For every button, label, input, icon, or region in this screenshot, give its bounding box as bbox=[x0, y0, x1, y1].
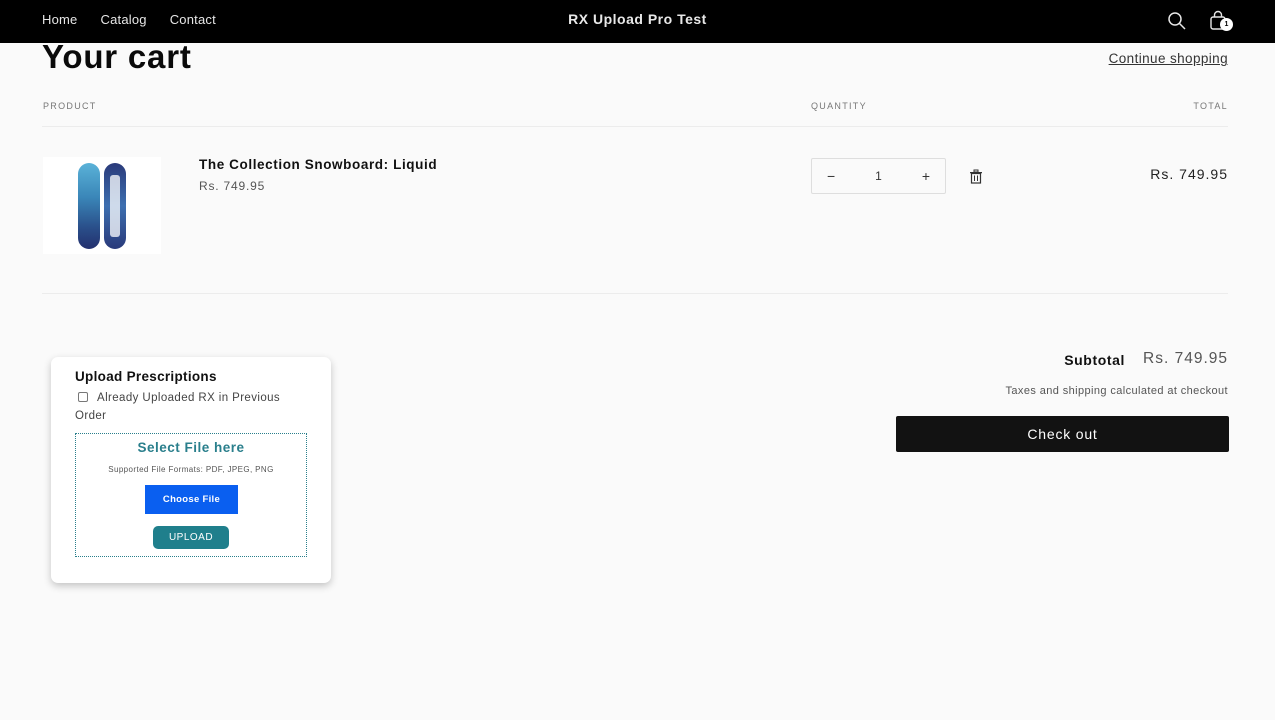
top-navigation-bar: Home Catalog Contact RX Upload Pro Test … bbox=[0, 0, 1275, 43]
file-drop-zone[interactable]: Select File here Supported File Formats:… bbox=[75, 433, 307, 557]
already-uploaded-label: Already Uploaded RX in Previous Order bbox=[75, 392, 281, 422]
divider bbox=[42, 293, 1228, 294]
column-header-total: TOTAL bbox=[1193, 101, 1228, 111]
supported-formats-text: Supported File Formats: PDF, JPEG, PNG bbox=[108, 465, 274, 474]
product-unit-price: Rs. 749.95 bbox=[199, 179, 266, 193]
store-brand[interactable]: RX Upload Pro Test bbox=[0, 11, 1275, 27]
already-uploaded-checkbox[interactable] bbox=[78, 392, 88, 402]
cart-count-badge: 1 bbox=[1220, 18, 1233, 31]
search-button[interactable] bbox=[1164, 8, 1190, 34]
cart-button[interactable]: 1 bbox=[1206, 8, 1233, 34]
product-name-link[interactable]: The Collection Snowboard: Liquid bbox=[199, 157, 437, 172]
line-item-total: Rs. 749.95 bbox=[1150, 166, 1228, 182]
quantity-stepper: − 1 + bbox=[811, 158, 946, 194]
divider bbox=[42, 126, 1228, 127]
continue-shopping-link[interactable]: Continue shopping bbox=[1109, 51, 1228, 66]
quantity-decrease-button[interactable]: − bbox=[827, 168, 835, 184]
page-edge bbox=[1275, 0, 1280, 720]
rx-upload-title: Upload Prescriptions bbox=[75, 369, 217, 384]
quantity-input[interactable]: 1 bbox=[875, 169, 882, 183]
drop-zone-title: Select File here bbox=[137, 440, 245, 455]
product-image[interactable] bbox=[43, 157, 161, 254]
subtotal-value: Rs. 749.95 bbox=[1143, 350, 1228, 367]
upload-button[interactable]: UPLOAD bbox=[153, 526, 229, 549]
snowboard-front-graphic bbox=[78, 162, 100, 249]
column-header-quantity: QUANTITY bbox=[811, 101, 867, 111]
choose-file-button[interactable]: Choose File bbox=[145, 485, 238, 514]
subtotal-label: Subtotal bbox=[1064, 352, 1125, 368]
page-title: Your cart bbox=[42, 38, 192, 75]
checkout-button[interactable]: Check out bbox=[896, 416, 1229, 452]
remove-item-trash-icon[interactable] bbox=[969, 169, 983, 184]
snowboard-back-graphic bbox=[104, 162, 126, 249]
rx-upload-panel: Upload Prescriptions Already Uploaded RX… bbox=[51, 357, 331, 583]
quantity-increase-button[interactable]: + bbox=[922, 168, 930, 184]
search-icon bbox=[1168, 12, 1186, 30]
tax-shipping-note: Taxes and shipping calculated at checkou… bbox=[1005, 385, 1228, 397]
column-header-product: PRODUCT bbox=[43, 101, 97, 111]
